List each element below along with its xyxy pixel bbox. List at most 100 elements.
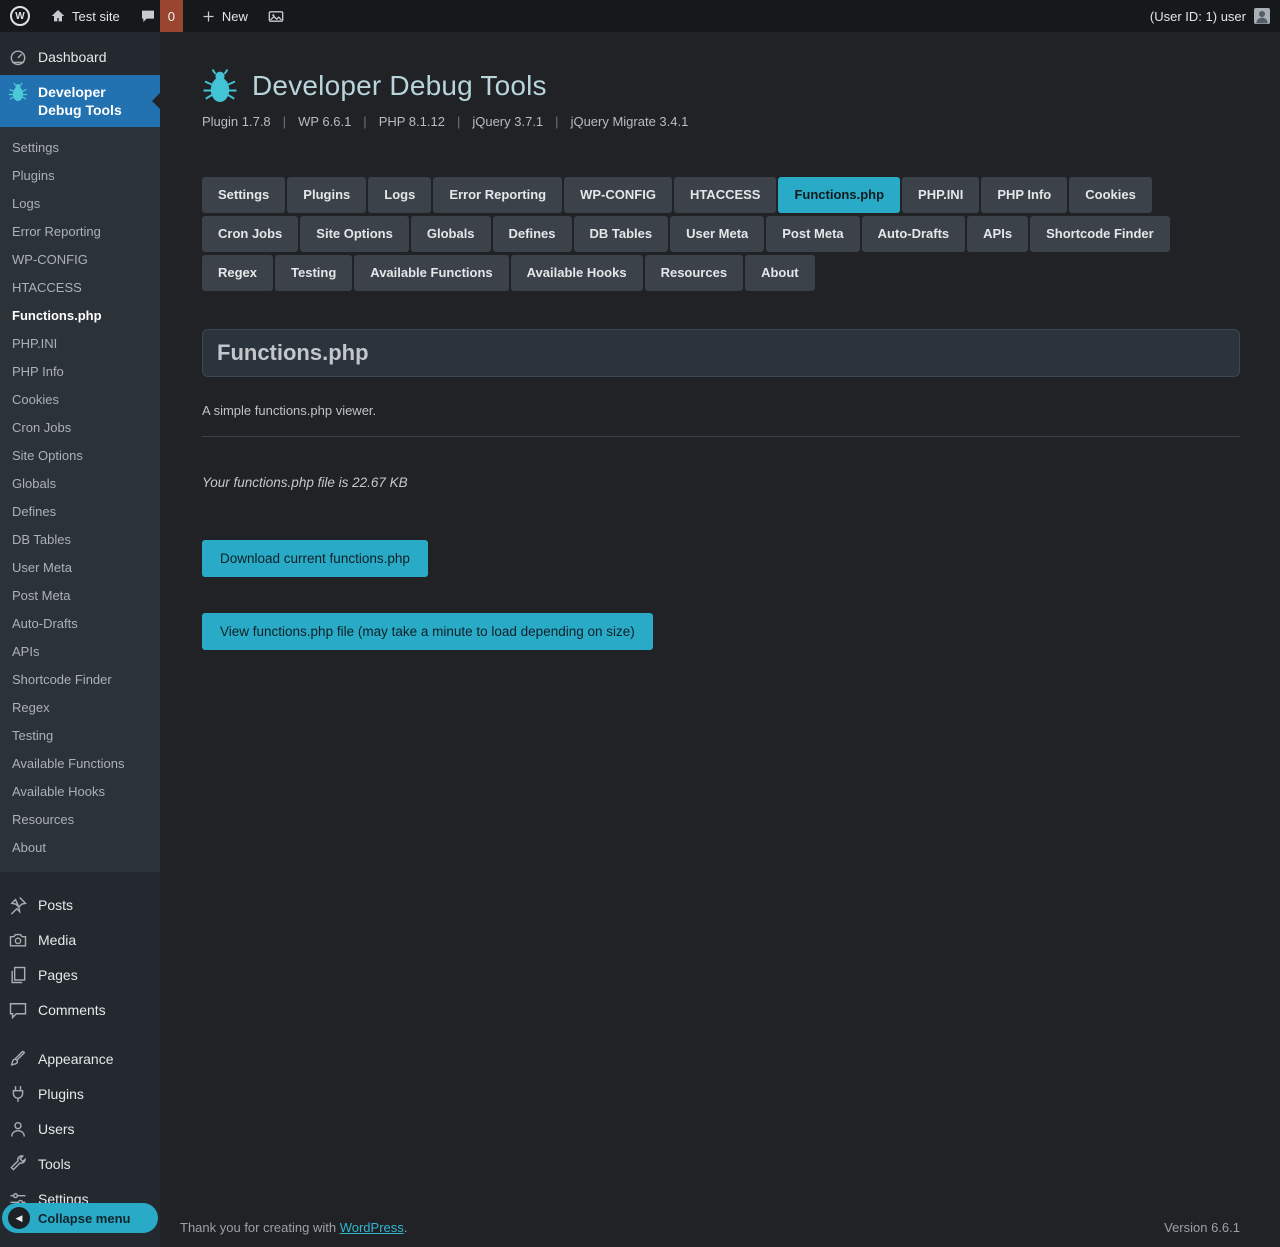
sidebar-item-tools[interactable]: Tools [0, 1147, 160, 1182]
tab[interactable]: PHP.INI [902, 177, 979, 213]
submenu-item[interactable]: Settings [0, 134, 160, 162]
submenu-item[interactable]: Logs [0, 190, 160, 218]
site-name-menu[interactable]: Test site [40, 0, 130, 32]
tab[interactable]: DB Tables [574, 216, 669, 252]
sidebar-item-appearance[interactable]: Appearance [0, 1042, 160, 1077]
tab[interactable]: Auto-Drafts [862, 216, 966, 252]
new-label: New [222, 9, 248, 24]
submenu-item[interactable]: Available Functions [0, 750, 160, 778]
submenu-item[interactable]: Auto-Drafts [0, 610, 160, 638]
tab[interactable]: User Meta [670, 216, 764, 252]
submenu-item[interactable]: APIs [0, 638, 160, 666]
submenu-item[interactable]: Testing [0, 722, 160, 750]
debug-tools-bar-shortcut[interactable] [258, 0, 294, 32]
tab[interactable]: Site Options [300, 216, 409, 252]
submenu-item[interactable]: Cookies [0, 386, 160, 414]
dashboard-icon [8, 47, 28, 67]
sidebar-item-label: Users [38, 1120, 75, 1138]
sidebar-item-label: Tools [38, 1155, 71, 1173]
meta-item: PHP 8.1.12 [351, 114, 445, 129]
tab[interactable]: Defines [493, 216, 572, 252]
tab[interactable]: Functions.php [778, 177, 900, 213]
sidebar-item-users[interactable]: Users [0, 1112, 160, 1147]
submenu-item[interactable]: DB Tables [0, 526, 160, 554]
new-content-menu[interactable]: New [191, 0, 258, 32]
sidebar-item-developer-debug-tools[interactable]: Developer Debug Tools [0, 75, 160, 127]
sidebar-item-comments[interactable]: Comments [0, 993, 160, 1028]
page-header: Developer Debug Tools [202, 68, 1240, 104]
submenu-item[interactable]: Regex [0, 694, 160, 722]
tab[interactable]: Logs [368, 177, 431, 213]
tab[interactable]: Globals [411, 216, 491, 252]
tab[interactable]: Cookies [1069, 177, 1152, 213]
bug-icon [8, 82, 28, 102]
camera-icon [8, 930, 28, 950]
submenu-item[interactable]: Site Options [0, 442, 160, 470]
collapse-arrow-icon: ◀ [8, 1207, 30, 1229]
sidebar-item-posts[interactable]: Posts [0, 888, 160, 923]
submenu-item[interactable]: Defines [0, 498, 160, 526]
submenu-item[interactable]: Functions.php [0, 302, 160, 330]
admin-bar: W Test site 0 New (User I [0, 0, 1280, 32]
footer-thanks: Thank you for creating with WordPress. [180, 1220, 407, 1235]
submenu-item[interactable]: Plugins [0, 162, 160, 190]
image-icon [268, 10, 284, 23]
submenu-item[interactable]: Cron Jobs [0, 414, 160, 442]
sidebar-item-label: Pages [38, 966, 78, 984]
submenu-item[interactable]: WP-CONFIG [0, 246, 160, 274]
tab[interactable]: Available Functions [354, 255, 508, 291]
tab[interactable]: About [745, 255, 815, 291]
collapse-menu-button[interactable]: ◀ Collapse menu [2, 1203, 158, 1233]
tab[interactable]: Testing [275, 255, 352, 291]
tab[interactable]: Cron Jobs [202, 216, 298, 252]
tab[interactable]: WP-CONFIG [564, 177, 672, 213]
comments-count-badge[interactable]: 0 [160, 0, 183, 32]
sidebar-item-media[interactable]: Media [0, 923, 160, 958]
user-icon [8, 1119, 28, 1139]
tab[interactable]: APIs [967, 216, 1028, 252]
sidebar-item-dashboard[interactable]: Dashboard [0, 40, 160, 75]
submenu-item[interactable]: PHP Info [0, 358, 160, 386]
submenu-item[interactable]: Resources [0, 806, 160, 834]
submenu-item[interactable]: Available Hooks [0, 778, 160, 806]
sidebar-item-plugins[interactable]: Plugins [0, 1077, 160, 1112]
submenu-item[interactable]: HTACCESS [0, 274, 160, 302]
content-wrap: Developer Debug Tools Plugin 1.7.8WP 6.6… [202, 68, 1240, 650]
wordpress-link[interactable]: WordPress [340, 1220, 404, 1235]
submenu-item[interactable]: About [0, 834, 160, 862]
sidebar-item-label: Media [38, 931, 76, 949]
submenu-item[interactable]: Error Reporting [0, 218, 160, 246]
comments-icon [8, 1000, 28, 1020]
tab[interactable]: Post Meta [766, 216, 859, 252]
menu-separator [0, 1028, 160, 1042]
tab[interactable]: Settings [202, 177, 285, 213]
tab[interactable]: HTACCESS [674, 177, 777, 213]
tab[interactable]: Shortcode Finder [1030, 216, 1170, 252]
page-title: Developer Debug Tools [252, 70, 547, 102]
tab[interactable]: Error Reporting [433, 177, 562, 213]
submenu-item[interactable]: Globals [0, 470, 160, 498]
submenu-item[interactable]: User Meta [0, 554, 160, 582]
my-account-menu[interactable]: (User ID: 1) user [1150, 0, 1280, 32]
submenu-item[interactable]: Post Meta [0, 582, 160, 610]
tab[interactable]: PHP Info [981, 177, 1067, 213]
footer-period: . [404, 1220, 408, 1235]
pages-icon [8, 965, 28, 985]
submenu-item[interactable]: Shortcode Finder [0, 666, 160, 694]
sidebar-item-label: Developer Debug Tools [38, 83, 152, 119]
view-functions-button[interactable]: View functions.php file (may take a minu… [202, 613, 653, 650]
sidebar-item-label: Appearance [38, 1050, 114, 1068]
tab[interactable]: Plugins [287, 177, 366, 213]
submenu-item[interactable]: PHP.INI [0, 330, 160, 358]
comments-menu[interactable] [130, 0, 160, 32]
sidebar-item-pages[interactable]: Pages [0, 958, 160, 993]
comment-bubble-icon [140, 8, 156, 24]
tab[interactable]: Regex [202, 255, 273, 291]
tab[interactable]: Resources [645, 255, 743, 291]
plug-icon [8, 1084, 28, 1104]
plugin-meta: Plugin 1.7.8WP 6.6.1PHP 8.1.12jQuery 3.7… [202, 114, 1240, 129]
footer-thanks-text: Thank you for creating with [180, 1220, 336, 1235]
tab[interactable]: Available Hooks [511, 255, 643, 291]
wp-logo-menu[interactable]: W [0, 0, 40, 32]
download-functions-button[interactable]: Download current functions.php [202, 540, 428, 577]
